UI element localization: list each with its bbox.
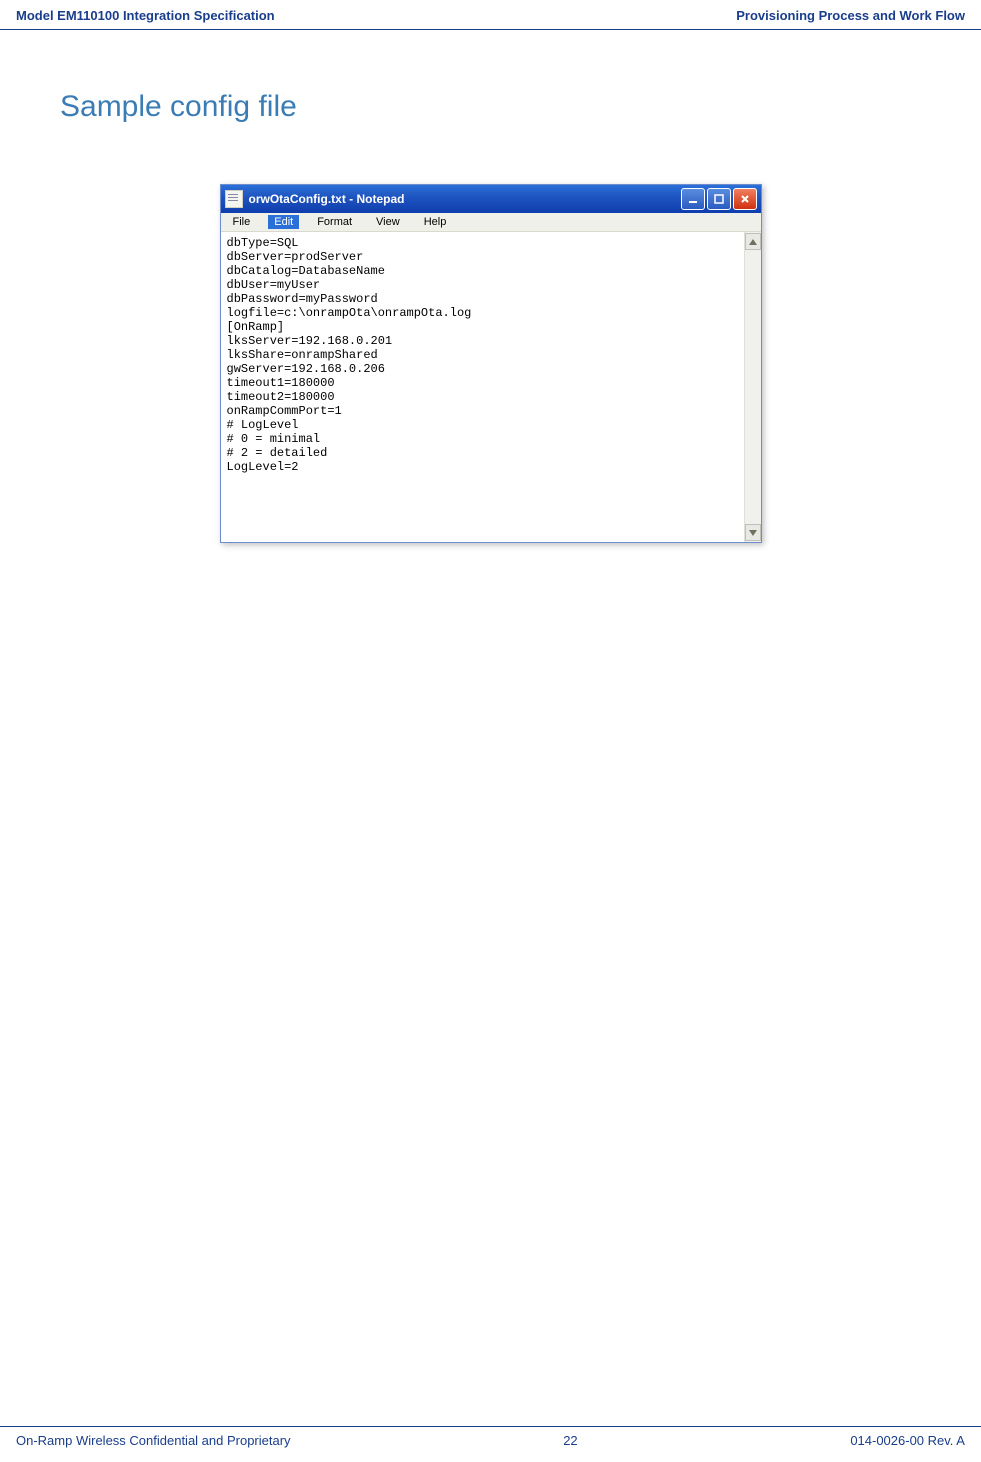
footer-right: 014-0026-00 Rev. A — [850, 1433, 965, 1448]
scroll-down-button[interactable] — [745, 524, 761, 541]
notepad-window: orwOtaConfig.txt - Notepad File Edit For… — [220, 184, 762, 543]
header-left: Model EM110100 Integration Specification — [16, 8, 275, 23]
maximize-button[interactable] — [707, 188, 731, 210]
notepad-icon — [225, 190, 243, 208]
chevron-down-icon — [749, 530, 757, 536]
menu-edit[interactable]: Edit — [268, 215, 299, 229]
scroll-up-button[interactable] — [745, 233, 761, 250]
menubar: File Edit Format View Help — [221, 213, 761, 232]
close-icon — [740, 194, 750, 204]
page-footer: On-Ramp Wireless Confidential and Propri… — [0, 1426, 981, 1448]
editor-text[interactable]: dbType=SQL dbServer=prodServer dbCatalog… — [221, 232, 744, 542]
vertical-scrollbar[interactable] — [744, 232, 761, 542]
page-content: Sample config file orwOtaConfig.txt - No… — [0, 30, 981, 563]
editor-area: dbType=SQL dbServer=prodServer dbCatalog… — [221, 232, 761, 542]
section-title: Sample config file — [60, 90, 921, 124]
minimize-button[interactable] — [681, 188, 705, 210]
titlebar[interactable]: orwOtaConfig.txt - Notepad — [221, 185, 761, 213]
page-header: Model EM110100 Integration Specification… — [0, 0, 981, 30]
footer-left: On-Ramp Wireless Confidential and Propri… — [16, 1433, 291, 1448]
chevron-up-icon — [749, 239, 757, 245]
window-controls — [681, 188, 757, 210]
footer-center: 22 — [563, 1433, 577, 1448]
header-right: Provisioning Process and Work Flow — [736, 8, 965, 23]
menu-help[interactable]: Help — [418, 215, 453, 229]
maximize-icon — [714, 194, 724, 204]
menu-format[interactable]: Format — [311, 215, 358, 229]
menu-file[interactable]: File — [227, 215, 257, 229]
close-button[interactable] — [733, 188, 757, 210]
menu-view[interactable]: View — [370, 215, 406, 229]
window-title: orwOtaConfig.txt - Notepad — [249, 192, 681, 206]
minimize-icon — [688, 194, 698, 204]
